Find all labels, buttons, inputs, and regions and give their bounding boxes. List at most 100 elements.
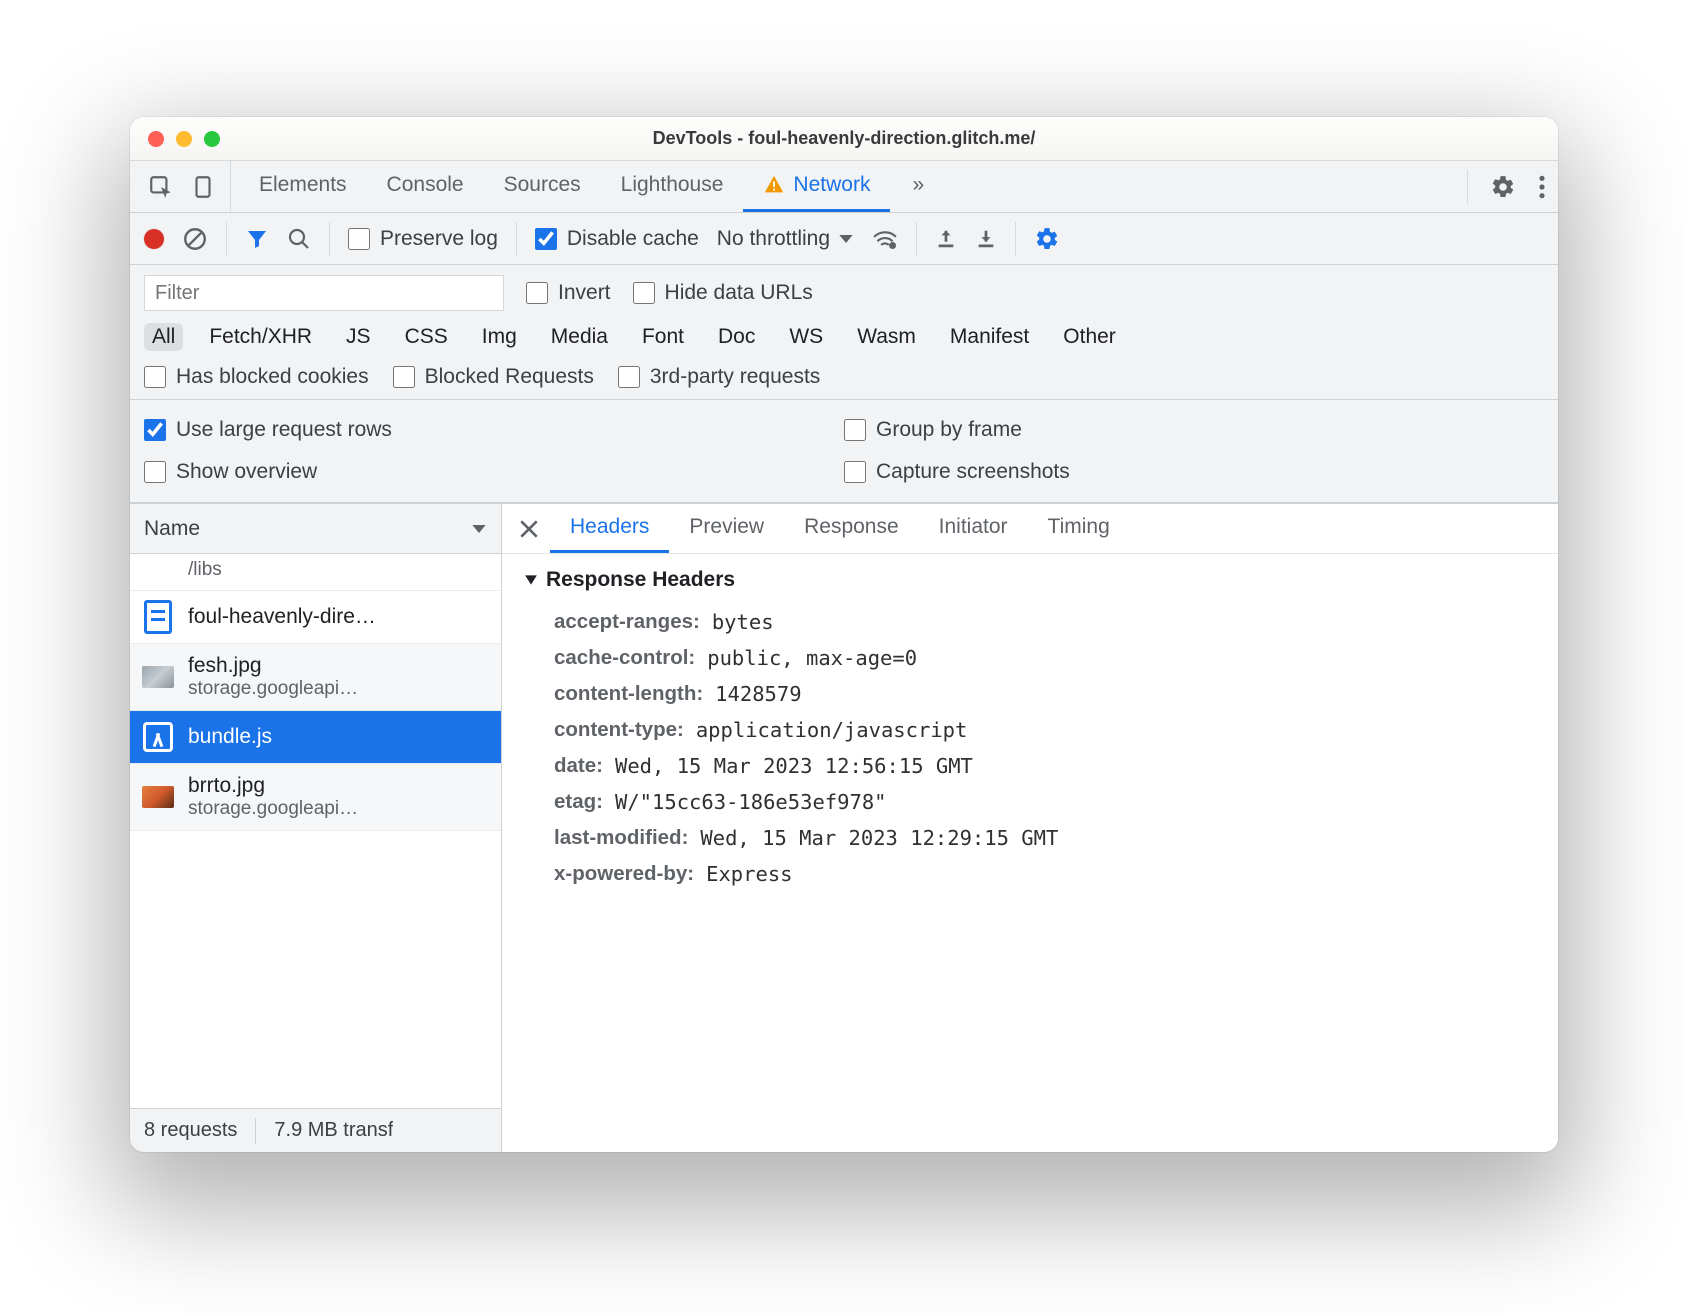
- inspect-element-icon[interactable]: [148, 174, 174, 200]
- type-filter-media[interactable]: Media: [543, 323, 616, 351]
- filter-section: Invert Hide data URLs All Fetch/XHR JS CSS I…: [130, 265, 1558, 400]
- header-name: last-modified:: [554, 826, 688, 850]
- type-filter-doc[interactable]: Doc: [710, 323, 763, 351]
- header-row: content-type:application/javascript: [524, 712, 1558, 748]
- zoom-window[interactable]: [204, 131, 220, 147]
- invert-input[interactable]: [526, 282, 548, 304]
- settings-gear-icon[interactable]: [1490, 174, 1516, 200]
- panel-tabs-row: ElementsConsoleSourcesLighthouseNetwork …: [130, 161, 1558, 213]
- detail-tab-preview[interactable]: Preview: [669, 504, 784, 553]
- type-filter-other[interactable]: Other: [1055, 323, 1124, 351]
- header-name: date:: [554, 754, 603, 778]
- tab-sources[interactable]: Sources: [484, 161, 601, 212]
- has-blocked-cookies-checkbox[interactable]: Has blocked cookies: [144, 365, 369, 389]
- type-filter-css[interactable]: CSS: [397, 323, 456, 351]
- tab-network[interactable]: Network: [743, 161, 890, 212]
- clear-icon[interactable]: [182, 226, 208, 252]
- detail-pane: HeadersPreviewResponseInitiatorTiming Re…: [502, 504, 1558, 1152]
- requests-pane: Name /libsfoul-heavenly-dire…fesh.jpgsto…: [130, 504, 502, 1152]
- request-domain: storage.googleapi…: [188, 678, 358, 700]
- type-filter-manifest[interactable]: Manifest: [942, 323, 1037, 351]
- detail-tab-headers[interactable]: Headers: [550, 504, 669, 553]
- chevron-down-icon: [471, 521, 487, 537]
- divider: [226, 222, 227, 256]
- request-name: /libs: [188, 559, 222, 581]
- header-value: Wed, 15 Mar 2023 12:29:15 GMT: [700, 826, 1058, 850]
- search-icon[interactable]: [287, 227, 311, 251]
- import-har-icon[interactable]: [935, 228, 957, 250]
- header-value: application/javascript: [696, 718, 968, 742]
- document-icon: [144, 600, 172, 634]
- close-window[interactable]: [148, 131, 164, 147]
- tab-lighthouse[interactable]: Lighthouse: [601, 161, 744, 212]
- status-transfer: 7.9 MB transf: [274, 1119, 393, 1142]
- filter-icon[interactable]: [245, 227, 269, 251]
- header-name: x-powered-by:: [554, 862, 694, 886]
- preserve-log-label: Preserve log: [380, 227, 498, 251]
- status-requests: 8 requests: [144, 1119, 237, 1142]
- minimize-window[interactable]: [176, 131, 192, 147]
- export-har-icon[interactable]: [975, 228, 997, 250]
- header-row: content-length:1428579: [524, 676, 1558, 712]
- disclosure-triangle-icon: [524, 573, 538, 587]
- request-row[interactable]: brrto.jpgstorage.googleapi…: [130, 764, 501, 831]
- view-options: Use large request rows Group by frame Sh…: [130, 400, 1558, 503]
- header-row: cache-control:public, max-age=0: [524, 640, 1558, 676]
- type-filter-js[interactable]: JS: [338, 323, 379, 351]
- invert-checkbox[interactable]: Invert: [526, 281, 611, 305]
- detail-tab-initiator[interactable]: Initiator: [919, 504, 1028, 553]
- filter-input[interactable]: [144, 275, 504, 311]
- blocked-requests-checkbox[interactable]: Blocked Requests: [393, 365, 594, 389]
- devtools-window: DevTools - foul-heavenly-direction.glitc…: [130, 117, 1558, 1152]
- header-value: public, max-age=0: [707, 646, 917, 670]
- detail-tab-response[interactable]: Response: [784, 504, 919, 553]
- tab-elements[interactable]: Elements: [239, 161, 367, 212]
- resource-type-filters: All Fetch/XHR JS CSS Img Media Font Doc WS Wasm Ma…: [130, 317, 1558, 357]
- hide-data-urls-input[interactable]: [633, 282, 655, 304]
- name-column-label: Name: [144, 517, 200, 541]
- header-value: 1428579: [715, 682, 801, 706]
- large-rows-checkbox[interactable]: Use large request rows: [144, 418, 844, 442]
- network-conditions-icon[interactable]: [872, 228, 898, 250]
- type-filter-ws[interactable]: WS: [781, 323, 831, 351]
- record-button[interactable]: [144, 229, 164, 249]
- close-detail-icon[interactable]: [508, 504, 550, 553]
- detail-tab-timing[interactable]: Timing: [1028, 504, 1130, 553]
- request-domain: storage.googleapi…: [188, 798, 358, 820]
- request-row[interactable]: bundle.js: [130, 711, 501, 764]
- request-row[interactable]: fesh.jpgstorage.googleapi…: [130, 644, 501, 711]
- tab-console[interactable]: Console: [367, 161, 484, 212]
- type-filter-all[interactable]: All: [144, 323, 183, 351]
- type-filter-fetch-xhr[interactable]: Fetch/XHR: [201, 323, 320, 351]
- network-settings-gear-icon[interactable]: [1034, 226, 1060, 252]
- group-by-frame-checkbox[interactable]: Group by frame: [844, 418, 1544, 442]
- disable-cache-input[interactable]: [535, 228, 557, 250]
- disable-cache-label: Disable cache: [567, 227, 699, 251]
- divider: [1015, 222, 1016, 256]
- status-bar: 8 requests 7.9 MB transf: [130, 1108, 501, 1152]
- request-name: brrto.jpg: [188, 774, 358, 798]
- request-row[interactable]: foul-heavenly-dire…: [130, 591, 501, 644]
- header-value: Wed, 15 Mar 2023 12:56:15 GMT: [615, 754, 973, 778]
- panel-tabs: ElementsConsoleSourcesLighthouseNetwork: [231, 161, 898, 212]
- show-overview-checkbox[interactable]: Show overview: [144, 460, 844, 484]
- more-tabs-button[interactable]: »: [898, 161, 938, 212]
- disable-cache-checkbox[interactable]: Disable cache: [535, 227, 699, 251]
- preserve-log-input[interactable]: [348, 228, 370, 250]
- header-row: x-powered-by:Express: [524, 856, 1558, 892]
- type-filter-font[interactable]: Font: [634, 323, 692, 351]
- third-party-checkbox[interactable]: 3rd-party requests: [618, 365, 820, 389]
- device-toolbar-icon[interactable]: [190, 174, 216, 200]
- kebab-menu-icon[interactable]: [1538, 174, 1546, 200]
- hide-data-urls-checkbox[interactable]: Hide data URLs: [633, 281, 813, 305]
- request-name: fesh.jpg: [188, 654, 358, 678]
- preserve-log-checkbox[interactable]: Preserve log: [348, 227, 498, 251]
- capture-screenshots-checkbox[interactable]: Capture screenshots: [844, 460, 1544, 484]
- response-headers-section[interactable]: Response Headers: [524, 568, 1558, 592]
- throttling-select[interactable]: No throttling: [717, 227, 854, 251]
- type-filter-wasm[interactable]: Wasm: [849, 323, 924, 351]
- name-column-header[interactable]: Name: [130, 504, 501, 554]
- image-thumbnail-icon: [142, 666, 174, 688]
- request-row[interactable]: /libs: [130, 554, 501, 591]
- type-filter-img[interactable]: Img: [474, 323, 525, 351]
